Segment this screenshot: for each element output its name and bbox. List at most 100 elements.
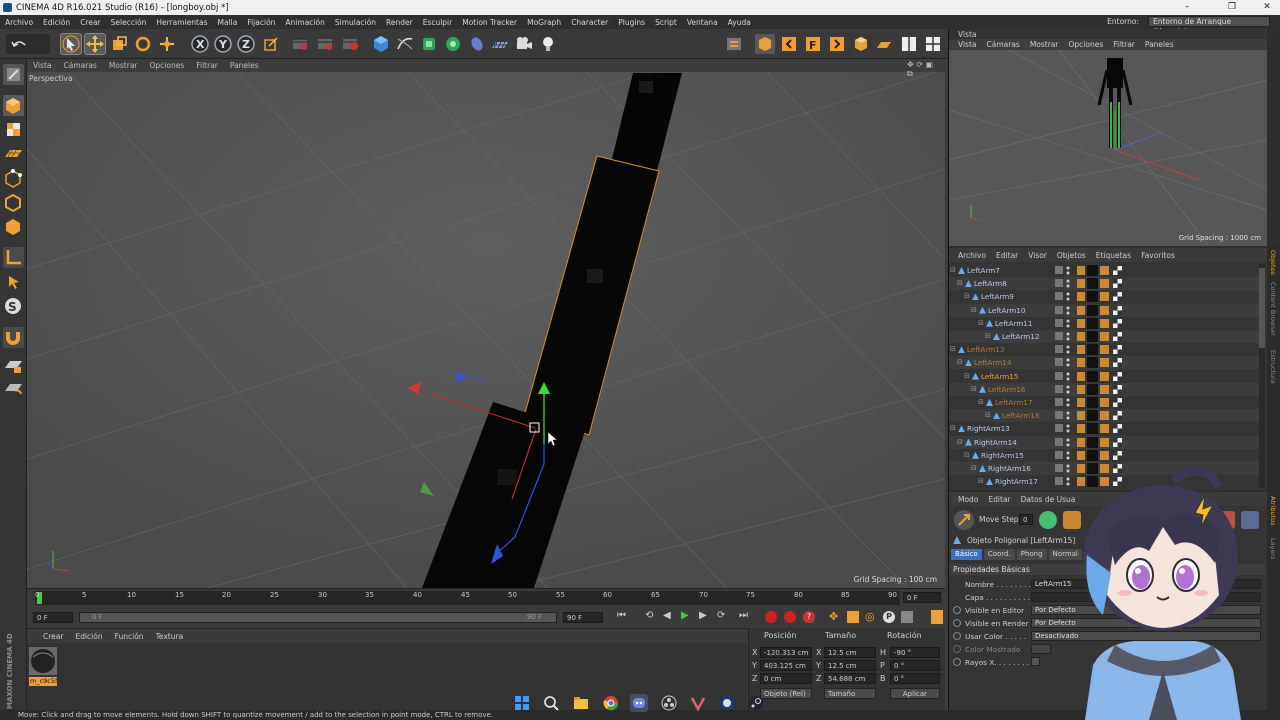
play-icon[interactable]: ▶: [681, 610, 689, 621]
object-list-scrollbar[interactable]: [1259, 264, 1265, 488]
menu-crear[interactable]: Crear: [75, 18, 105, 27]
objmenu-archivo[interactable]: Archivo: [953, 251, 991, 260]
object-row[interactable]: ⊟ LeftArm16: [949, 382, 1259, 396]
steam-icon[interactable]: [747, 694, 765, 712]
viewport-menu-opciones[interactable]: Opciones: [144, 61, 191, 70]
texture-mode-icon[interactable]: [3, 119, 24, 140]
app-icon-v[interactable]: [689, 694, 707, 712]
vista-menu-filtrar[interactable]: Filtrar: [1108, 40, 1140, 49]
move-tool-icon[interactable]: [84, 33, 106, 55]
rotation-h-field[interactable]: -90 °: [890, 647, 940, 658]
object-tags[interactable]: [1055, 370, 1127, 382]
objmenu-visor[interactable]: Visor: [1023, 251, 1052, 260]
object-name[interactable]: LeftArm13: [967, 343, 1004, 356]
object-name[interactable]: LeftArm18: [1002, 409, 1039, 422]
deformer-icon[interactable]: [467, 34, 487, 54]
tab-phong[interactable]: Phong: [1016, 549, 1047, 560]
recent-tool-icon[interactable]: [157, 34, 177, 54]
object-name[interactable]: LeftArm15: [981, 370, 1018, 383]
environment-dropdown[interactable]: Entorno de Arranque (Usuario): [1148, 16, 1270, 36]
object-name[interactable]: RightArm17: [995, 475, 1038, 488]
object-name[interactable]: LeftArm11: [995, 317, 1032, 330]
render-view-icon[interactable]: [290, 34, 310, 54]
prev-key-icon[interactable]: ⟲: [645, 610, 653, 621]
scale-tool-icon[interactable]: [109, 34, 129, 54]
next-key-icon[interactable]: ⟳: [717, 610, 725, 621]
viewport-menu-paneles[interactable]: Paneles: [224, 61, 265, 70]
menu-simulacion[interactable]: Simulación: [330, 18, 381, 27]
object-name[interactable]: LeftArm14: [974, 356, 1011, 369]
key-scale-icon[interactable]: [847, 611, 859, 623]
menu-mograph[interactable]: MoGraph: [522, 18, 566, 27]
tree-toggle-icon[interactable]: ⊟: [985, 409, 991, 422]
cube-primitive-icon[interactable]: [371, 34, 391, 54]
minimize-button[interactable]: –: [1174, 0, 1200, 15]
object-name[interactable]: RightArm16: [988, 462, 1031, 475]
position-x-field[interactable]: -120.313 cm: [760, 647, 812, 658]
menu-animacion[interactable]: Animación: [280, 18, 329, 27]
windows-start-icon[interactable]: [513, 694, 531, 712]
object-row[interactable]: ⊟ LeftArm17: [949, 396, 1259, 409]
layout-quad-icon[interactable]: [923, 34, 943, 54]
menu-seleccion[interactable]: Selección: [106, 18, 152, 27]
menu-ventana[interactable]: Ventana: [682, 18, 723, 27]
current-frame-field[interactable]: 0 F: [903, 592, 941, 603]
key-pla-icon[interactable]: [901, 611, 913, 623]
object-tags[interactable]: [1055, 357, 1127, 369]
viewport-menu-filtrar[interactable]: Filtrar: [190, 61, 224, 70]
axis-mode-icon[interactable]: [3, 247, 24, 268]
next-frame-icon[interactable]: ▶: [699, 610, 707, 621]
rotate-tool-icon[interactable]: [133, 34, 153, 54]
model-tool-icon[interactable]: [3, 95, 24, 116]
workplane-mode-icon[interactable]: [3, 143, 24, 164]
object-row[interactable]: ⊟ RightArm14: [949, 435, 1259, 449]
render-settings-icon[interactable]: [340, 34, 360, 54]
menu-motion-tracker[interactable]: Motion Tracker: [457, 18, 522, 27]
vista-menu-camaras[interactable]: Cámaras: [982, 40, 1025, 49]
timeline-ruler[interactable]: 0 5 10 15 20 25 30 35 40 45 50 55 60 65 …: [35, 591, 900, 605]
object-name[interactable]: RightArm13: [967, 422, 1010, 435]
radio-display-color[interactable]: [953, 645, 961, 653]
object-row[interactable]: ⊟ LeftArm11: [949, 317, 1259, 330]
menu-character[interactable]: Character: [566, 18, 613, 27]
start-frame-field[interactable]: 0 F: [33, 612, 73, 623]
edges-mode-icon[interactable]: [3, 192, 24, 213]
material-menu-crear[interactable]: Crear: [37, 632, 69, 641]
search-icon[interactable]: [542, 694, 560, 712]
menu-render[interactable]: Render: [381, 18, 418, 27]
radio-xray[interactable]: [953, 658, 961, 666]
tweak-mode-icon[interactable]: [3, 272, 24, 293]
menu-script[interactable]: Script: [650, 18, 682, 27]
coord-size-dropdown[interactable]: Tamaño: [824, 688, 876, 699]
object-tags[interactable]: [1055, 436, 1127, 448]
magnet-icon[interactable]: [3, 327, 24, 348]
object-row[interactable]: ⊟ LeftArm15: [949, 370, 1259, 383]
object-tags[interactable]: [1055, 265, 1127, 276]
array-generator-icon[interactable]: [443, 34, 463, 54]
vista-menu-paneles[interactable]: Paneles: [1140, 40, 1179, 49]
object-tags[interactable]: [1055, 291, 1127, 303]
size-z-field[interactable]: 54.688 cm: [824, 673, 876, 684]
edit-render-settings-icon[interactable]: [724, 34, 744, 54]
camera-icon[interactable]: [514, 34, 534, 54]
tree-toggle-icon[interactable]: ⊟: [950, 343, 956, 356]
apply-button[interactable]: Aplicar: [890, 688, 940, 699]
key-position-icon[interactable]: ✥: [829, 610, 838, 623]
tab-coord[interactable]: Coord.: [983, 549, 1015, 560]
tree-toggle-icon[interactable]: ⊟: [950, 264, 956, 277]
tab-basico[interactable]: Básico: [951, 549, 982, 560]
tree-toggle-icon[interactable]: ⊟: [950, 422, 956, 435]
object-tags[interactable]: [1055, 383, 1127, 395]
object-tags[interactable]: [1055, 344, 1127, 356]
object-name[interactable]: LeftArm12: [1002, 330, 1039, 343]
xray-checkbox[interactable]: [1031, 657, 1040, 666]
sidetab-content-browser[interactable]: Content Browser: [1269, 282, 1277, 336]
position-z-field[interactable]: 0 cm: [760, 673, 812, 684]
keyframe-selection-icon[interactable]: ?: [803, 611, 815, 623]
object-tags[interactable]: [1055, 423, 1127, 435]
lock-workplane-icon[interactable]: [3, 356, 24, 377]
object-tags[interactable]: [1055, 304, 1127, 316]
record-keys-icon[interactable]: [765, 611, 777, 623]
viewport-menu-camaras[interactable]: Cámaras: [58, 61, 103, 70]
radio-visible-editor[interactable]: [953, 606, 961, 614]
